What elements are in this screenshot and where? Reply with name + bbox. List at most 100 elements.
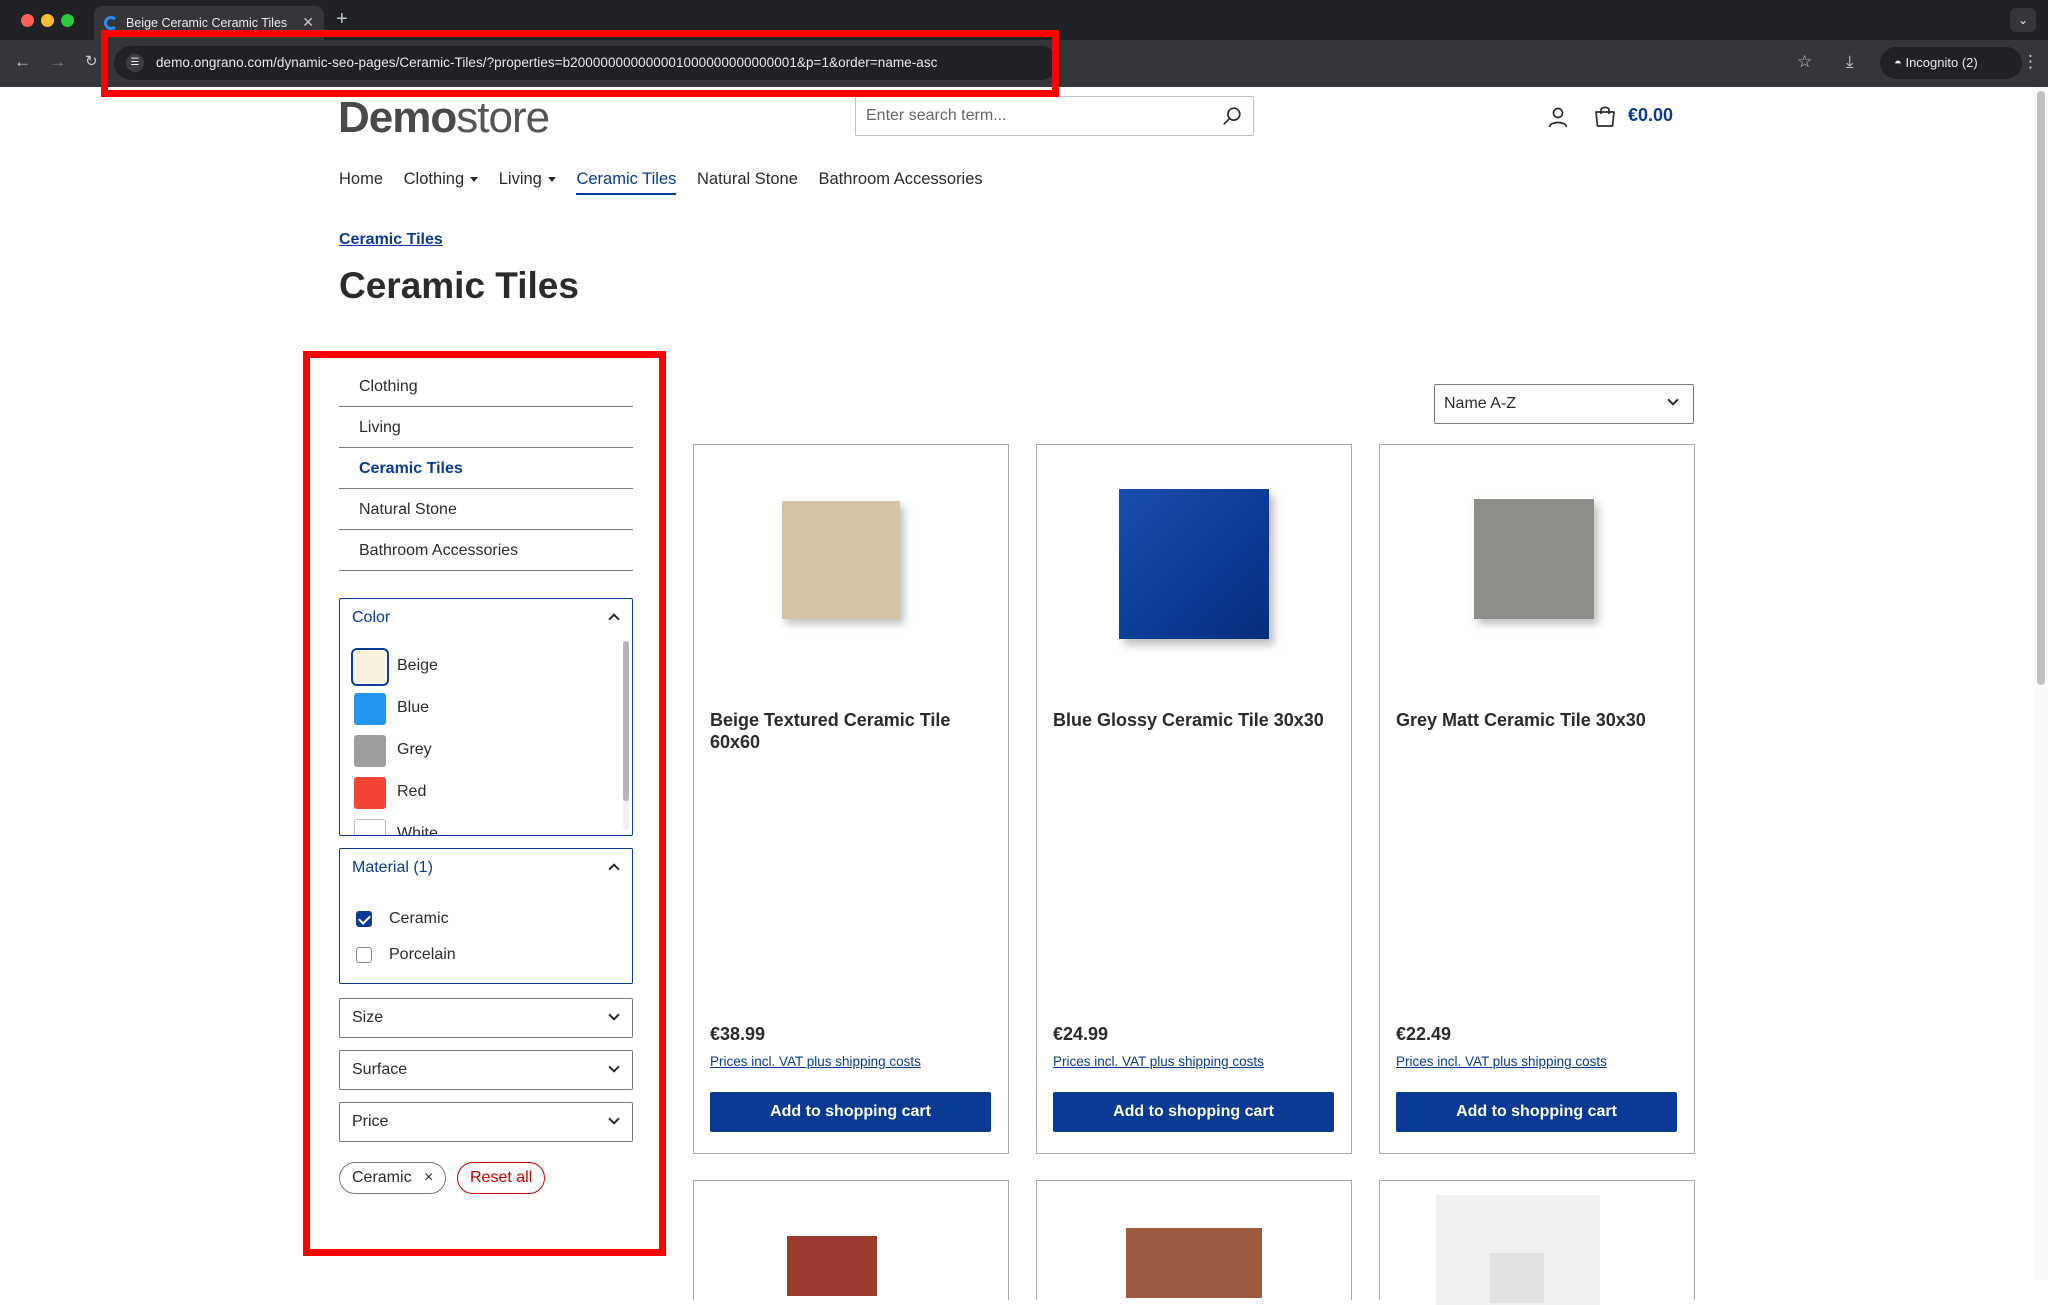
vat-shipping-link[interactable]: Prices incl. VAT plus shipping costs (1053, 1054, 1264, 1069)
search-input[interactable] (866, 105, 1206, 127)
color-option-blue[interactable]: Blue (340, 689, 620, 731)
size-filter[interactable]: Size (339, 998, 633, 1038)
url-text[interactable]: demo.ongrano.com/dynamic-seo-pages/Ceram… (156, 55, 937, 70)
tab-close-icon[interactable]: ✕ (302, 14, 314, 31)
color-swatch[interactable] (354, 777, 386, 809)
nav-item-living[interactable]: Living (499, 170, 556, 189)
vat-shipping-link[interactable]: Prices incl. VAT plus shipping costs (1396, 1054, 1607, 1069)
back-icon[interactable]: ← (14, 52, 31, 72)
product-image[interactable] (1430, 465, 1644, 655)
product-card[interactable]: Beige Textured Ceramic Tile 60x60 €38.99… (693, 444, 1009, 1154)
tile-image (1119, 489, 1269, 639)
chevron-down-icon (608, 1061, 620, 1073)
product-card[interactable]: Blue Glossy Ceramic Tile 30x30 €24.99 Pr… (1036, 444, 1352, 1154)
nav-item-label: Clothing (403, 170, 465, 188)
tile-image (1490, 1253, 1544, 1303)
chevron-up-icon (608, 863, 620, 875)
tile-image (1474, 499, 1594, 619)
price-filter[interactable]: Price (339, 1102, 633, 1142)
nav-item-home[interactable]: Home (339, 170, 383, 189)
add-to-cart-button[interactable]: Add to shopping cart (1396, 1092, 1677, 1132)
product-card[interactable]: Grey Matt Ceramic Tile 30x30 €22.49 Pric… (1379, 444, 1695, 1154)
reload-icon[interactable]: ↻ (85, 52, 98, 72)
remove-filter-icon[interactable]: × (424, 1169, 433, 1186)
account-icon[interactable] (1546, 105, 1570, 129)
color-option-grey[interactable]: Grey (340, 731, 620, 773)
color-label: White (397, 825, 438, 835)
material-filter-toggle[interactable]: Material (1) (340, 849, 632, 887)
category-item-clothing[interactable]: Clothing (339, 366, 633, 407)
logo-light: store (456, 93, 550, 142)
download-icon[interactable]: ⤓ (1846, 52, 1854, 72)
color-option-white[interactable]: White (340, 815, 620, 835)
nav-item-clothing[interactable]: Clothing (404, 170, 479, 189)
color-swatch[interactable] (354, 693, 386, 725)
surface-filter-title: Surface (352, 1061, 408, 1078)
porcelain-checkbox[interactable] (356, 947, 372, 963)
new-tab-button[interactable]: + (336, 8, 348, 30)
add-to-cart-button[interactable]: Add to shopping cart (1053, 1092, 1334, 1132)
size-filter-toggle[interactable]: Size (340, 999, 632, 1037)
forward-icon[interactable]: → (49, 52, 66, 72)
browser-menu-icon[interactable]: ⋮ (2022, 52, 2039, 72)
nav-item-bathroom-accessories[interactable]: Bathroom Accessories (819, 170, 983, 189)
color-option-beige[interactable]: Beige (340, 647, 620, 689)
category-item-bathroom-accessories[interactable]: Bathroom Accessories (339, 530, 633, 571)
category-item-living[interactable]: Living (339, 407, 633, 448)
address-bar[interactable]: ☰ demo.ongrano.com/dynamic-seo-pages/Cer… (114, 46, 1058, 80)
color-option-red[interactable]: Red (340, 773, 620, 815)
cart-total[interactable]: €0.00 (1628, 105, 1673, 126)
nav-item-ceramic-tiles[interactable]: Ceramic Tiles (576, 170, 676, 195)
store-logo[interactable]: Demostore (338, 93, 550, 143)
nav-item-natural-stone[interactable]: Natural Stone (697, 170, 798, 189)
close-window-button[interactable] (21, 14, 34, 27)
product-image[interactable] (1087, 465, 1301, 655)
caret-down-icon (547, 177, 556, 183)
product-price: €24.99 (1053, 1024, 1109, 1044)
material-option-porcelain[interactable]: Porcelain (340, 937, 630, 973)
surface-filter[interactable]: Surface (339, 1050, 633, 1090)
product-price: €22.49 (1396, 1024, 1452, 1044)
tab-bar: Beige Ceramic Ceramic Tiles ✕ + ⌄ (0, 0, 2048, 40)
page-scrollbar-thumb[interactable] (2037, 91, 2045, 685)
incognito-badge[interactable]: ◓ Incognito (2) (1880, 47, 2022, 79)
product-name[interactable]: Blue Glossy Ceramic Tile 30x30 (1053, 709, 1337, 731)
caret-down-icon (470, 177, 479, 183)
ceramic-checkbox[interactable] (356, 911, 372, 927)
page-scrollbar[interactable] (2034, 87, 2048, 1280)
price-filter-toggle[interactable]: Price (340, 1103, 632, 1141)
color-swatch[interactable] (354, 819, 386, 835)
add-to-cart-button[interactable]: Add to shopping cart (710, 1092, 991, 1132)
product-card[interactable] (1036, 1180, 1352, 1300)
vat-shipping-link[interactable]: Prices incl. VAT plus shipping costs (710, 1054, 921, 1069)
category-list: Clothing Living Ceramic Tiles Natural St… (339, 366, 633, 571)
category-item-natural-stone[interactable]: Natural Stone (339, 489, 633, 530)
minimize-window-button[interactable] (41, 14, 54, 27)
browser-tab[interactable]: Beige Ceramic Ceramic Tiles ✕ (94, 6, 324, 40)
product-name[interactable]: Beige Textured Ceramic Tile 60x60 (710, 709, 994, 753)
product-name[interactable]: Grey Matt Ceramic Tile 30x30 (1396, 709, 1680, 731)
maximize-window-button[interactable] (61, 14, 74, 27)
site-info-icon[interactable]: ☰ (126, 54, 144, 72)
breadcrumb[interactable]: Ceramic Tiles (339, 231, 443, 249)
color-swatch[interactable] (351, 648, 389, 686)
search-icon[interactable] (1221, 105, 1243, 127)
sort-select[interactable]: Name A-Z (1434, 384, 1694, 424)
scrollbar-thumb[interactable] (623, 641, 629, 801)
surface-filter-toggle[interactable]: Surface (340, 1051, 632, 1089)
tab-search-button[interactable]: ⌄ (2010, 8, 2036, 32)
product-card[interactable] (693, 1180, 1009, 1300)
bookmark-star-icon[interactable]: ☆ (1797, 52, 1812, 72)
color-swatch[interactable] (354, 735, 386, 767)
category-item-ceramic-tiles[interactable]: Ceramic Tiles (339, 448, 633, 489)
product-image[interactable] (744, 465, 958, 655)
color-list-scrollbar[interactable] (623, 641, 629, 831)
color-options: Beige Blue Grey Red White (340, 647, 620, 835)
active-filter-chip[interactable]: Ceramic × (339, 1162, 447, 1194)
incognito-label: Incognito (2) (1905, 55, 1978, 70)
color-filter-toggle[interactable]: Color (340, 599, 632, 637)
reset-all-button[interactable]: Reset all (457, 1162, 546, 1194)
shopping-bag-icon[interactable] (1592, 103, 1618, 129)
product-card[interactable] (1379, 1180, 1695, 1305)
material-option-ceramic[interactable]: Ceramic (340, 901, 630, 937)
